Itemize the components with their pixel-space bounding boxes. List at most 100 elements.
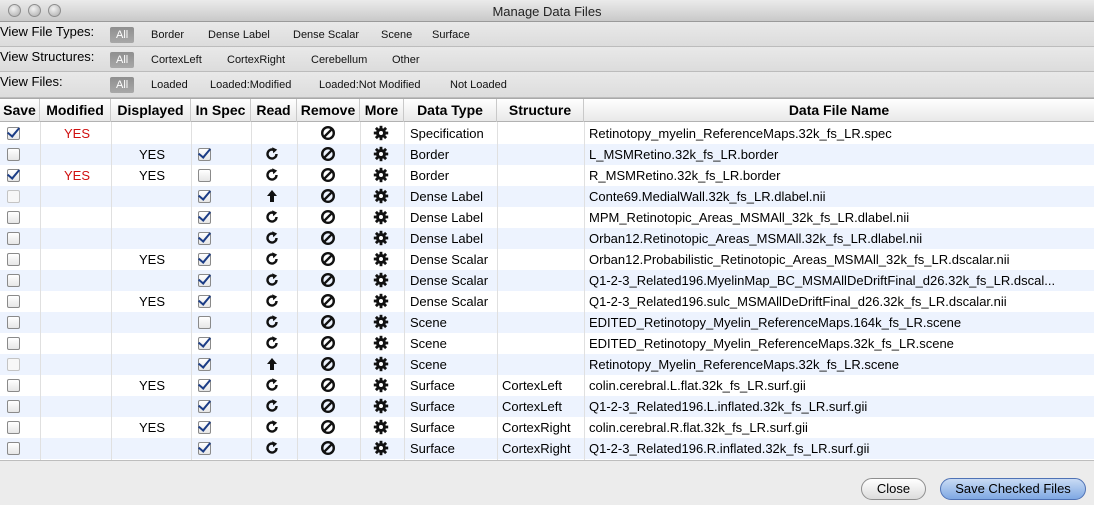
save-checkbox[interactable] [7, 295, 20, 308]
gear-icon[interactable] [373, 167, 389, 183]
gear-icon[interactable] [373, 419, 389, 435]
in-spec-checkbox[interactable] [198, 400, 211, 413]
remove-icon[interactable] [320, 251, 336, 267]
files-not-loaded[interactable]: Not Loaded [445, 77, 512, 93]
remove-icon[interactable] [320, 146, 336, 162]
file-type-dense-label[interactable]: Dense Label [203, 27, 275, 43]
remove-icon[interactable] [320, 419, 336, 435]
remove-icon[interactable] [320, 440, 336, 456]
files-loaded[interactable]: Loaded [146, 77, 193, 93]
reload-icon[interactable] [264, 167, 280, 183]
save-checkbox[interactable] [7, 400, 20, 413]
file-type-border[interactable]: Border [146, 27, 189, 43]
reload-icon[interactable] [264, 293, 280, 309]
table-row[interactable]: Scene EDITED_Retinotopy_Myelin_ReferenceM… [0, 333, 1094, 354]
table-row[interactable]: YES Dense Scalar Orban12.Probabilistic_Ret… [0, 249, 1094, 270]
reload-icon[interactable] [264, 314, 280, 330]
column-header-modified[interactable]: Modified [40, 99, 111, 122]
gear-icon[interactable] [373, 230, 389, 246]
in-spec-checkbox[interactable] [198, 379, 211, 392]
structure-other[interactable]: Other [387, 52, 425, 68]
save-checkbox[interactable] [7, 316, 20, 329]
upload-arrow-icon[interactable] [264, 188, 280, 204]
gear-icon[interactable] [373, 398, 389, 414]
reload-icon[interactable] [264, 398, 280, 414]
save-checkbox[interactable] [7, 232, 20, 245]
remove-icon[interactable] [320, 188, 336, 204]
gear-icon[interactable] [373, 440, 389, 456]
structure-cortexright[interactable]: CortexRight [222, 52, 290, 68]
save-checkbox[interactable] [7, 274, 20, 287]
in-spec-checkbox[interactable] [198, 190, 211, 203]
gear-icon[interactable] [373, 272, 389, 288]
save-checkbox[interactable] [7, 337, 20, 350]
column-header-displayed[interactable]: Displayed [111, 99, 191, 122]
reload-icon[interactable] [264, 335, 280, 351]
structure-all[interactable]: All [110, 52, 135, 68]
structure-cortexleft[interactable]: CortexLeft [146, 52, 207, 68]
gear-icon[interactable] [373, 209, 389, 225]
in-spec-checkbox[interactable] [198, 442, 211, 455]
in-spec-checkbox[interactable] [198, 148, 211, 161]
table-row[interactable]: Scene EDITED_Retinotopy_Myelin_ReferenceM… [0, 312, 1094, 333]
files-all[interactable]: All [110, 77, 135, 93]
remove-icon[interactable] [320, 230, 336, 246]
reload-icon[interactable] [264, 209, 280, 225]
save-checkbox[interactable] [7, 148, 20, 161]
in-spec-checkbox[interactable] [198, 295, 211, 308]
in-spec-checkbox[interactable] [198, 358, 211, 371]
gear-icon[interactable] [373, 293, 389, 309]
remove-icon[interactable] [320, 167, 336, 183]
file-type-scene[interactable]: Scene [376, 27, 417, 43]
remove-icon[interactable] [320, 398, 336, 414]
column-header-data-file-name[interactable]: Data File Name [584, 99, 1094, 122]
reload-icon[interactable] [264, 146, 280, 162]
in-spec-checkbox[interactable] [198, 169, 211, 182]
gear-icon[interactable] [373, 125, 389, 141]
save-checkbox[interactable] [7, 169, 20, 182]
remove-icon[interactable] [320, 125, 336, 141]
save-checkbox[interactable] [7, 253, 20, 266]
reload-icon[interactable] [264, 251, 280, 267]
table-row[interactable]: YES Dense Scalar Q1-2-3_Related196.sulc_MS… [0, 291, 1094, 312]
table-row[interactable]: Dense Label Orban12.Retinotopic_Areas_MSM… [0, 228, 1094, 249]
table-row[interactable]: YES Surface CortexLeft colin.cerebral.L.fla… [0, 375, 1094, 396]
close-button[interactable]: Close [861, 478, 926, 500]
column-header-structure[interactable]: Structure [497, 99, 584, 122]
files-loaded-not-modified[interactable]: Loaded:Not Modified [314, 77, 426, 93]
in-spec-checkbox[interactable] [198, 421, 211, 434]
table-row[interactable]: YES Specification Retinotopy_myelin_Refere… [0, 123, 1094, 144]
remove-icon[interactable] [320, 293, 336, 309]
files-loaded-modified[interactable]: Loaded:Modified [205, 77, 296, 93]
column-header-data-type[interactable]: Data Type [404, 99, 497, 122]
column-header-read[interactable]: Read [251, 99, 297, 122]
gear-icon[interactable] [373, 314, 389, 330]
reload-icon[interactable] [264, 272, 280, 288]
save-checked-files-button[interactable]: Save Checked Files [940, 478, 1086, 500]
save-checkbox[interactable] [7, 211, 20, 224]
save-checkbox[interactable] [7, 379, 20, 392]
table-row[interactable]: Dense Label MPM_Retinotopic_Areas_MSMAll_… [0, 207, 1094, 228]
table-row[interactable]: Surface CortexLeft Q1-2-3_Related196.L.inf… [0, 396, 1094, 417]
table-row[interactable]: Dense Label Conte69.MedialWall.32k_fs_LR.… [0, 186, 1094, 207]
table-row[interactable]: YES Border L_MSMRetino.32k_fs_LR.border [0, 144, 1094, 165]
gear-icon[interactable] [373, 188, 389, 204]
table-row[interactable]: YES YES Border R_MSMRetino.32k_fs_LR.border [0, 165, 1094, 186]
upload-arrow-icon[interactable] [264, 356, 280, 372]
in-spec-checkbox[interactable] [198, 316, 211, 329]
file-type-all[interactable]: All [110, 27, 135, 43]
reload-icon[interactable] [264, 440, 280, 456]
remove-icon[interactable] [320, 356, 336, 372]
remove-icon[interactable] [320, 335, 336, 351]
gear-icon[interactable] [373, 146, 389, 162]
remove-icon[interactable] [320, 314, 336, 330]
reload-icon[interactable] [264, 419, 280, 435]
gear-icon[interactable] [373, 377, 389, 393]
remove-icon[interactable] [320, 209, 336, 225]
table-row[interactable]: YES Surface CortexRight colin.cerebral.R.fl… [0, 417, 1094, 438]
save-checkbox[interactable] [7, 442, 20, 455]
gear-icon[interactable] [373, 251, 389, 267]
column-header-remove[interactable]: Remove [297, 99, 360, 122]
gear-icon[interactable] [373, 356, 389, 372]
column-header-save[interactable]: Save [0, 99, 40, 122]
